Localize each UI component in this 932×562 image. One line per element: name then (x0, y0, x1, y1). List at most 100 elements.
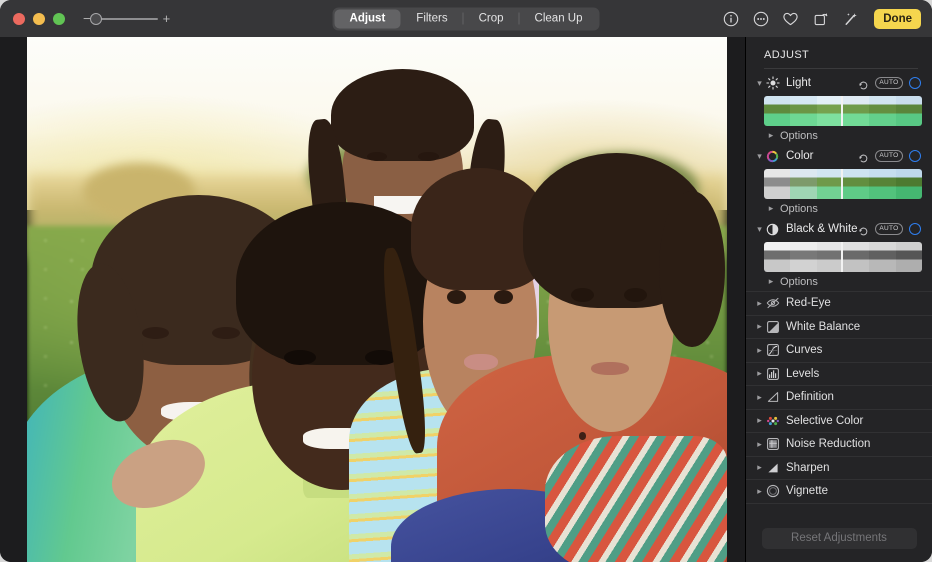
tab-crop[interactable]: Crop (464, 9, 519, 28)
adjust-item-selective-color[interactable]: ▸ Selective Color (746, 409, 932, 433)
reset-icon[interactable] (858, 151, 869, 162)
chevron-right-icon[interactable]: ▸ (754, 486, 765, 497)
thumbnail[interactable] (817, 169, 843, 199)
options-row-color[interactable]: ▸ Options (746, 199, 932, 218)
minimize-button[interactable] (33, 13, 45, 25)
chevron-right-icon[interactable]: ▸ (754, 298, 765, 309)
reset-icon[interactable] (858, 78, 869, 89)
thumbnail[interactable] (843, 169, 869, 199)
zoom-button[interactable] (53, 13, 65, 25)
black-and-white-variation-strip[interactable] (764, 242, 922, 272)
thumbnail[interactable] (843, 96, 869, 126)
group-header-color[interactable]: ▾ Color (746, 145, 932, 167)
thumbnail[interactable] (764, 242, 790, 272)
group-controls: AUTO (858, 223, 921, 235)
adjust-item-label: Selective Color (786, 415, 921, 427)
chevron-right-icon[interactable]: ▸ (766, 203, 776, 214)
adjust-item-vignette[interactable]: ▸ Vignette (746, 479, 932, 503)
zoom-slider-knob[interactable] (90, 13, 102, 25)
curves-icon (765, 343, 780, 358)
adjust-item-curves[interactable]: ▸ Curves (746, 338, 932, 362)
adjust-group-black-and-white: ▾ Black & White AUTO (746, 218, 932, 291)
adjust-item-levels[interactable]: ▸ Levels (746, 362, 932, 386)
group-header-light[interactable]: ▾ Light AUTO (746, 72, 932, 94)
thumbnail[interactable] (790, 96, 816, 126)
thumbnail[interactable] (817, 242, 843, 272)
adjust-item-red-eye[interactable]: ▸ Red-Eye (746, 291, 932, 315)
chevron-down-icon[interactable]: ▾ (754, 78, 765, 89)
auto-enhance-wand-icon[interactable] (842, 10, 859, 27)
tab-adjust[interactable]: Adjust (335, 9, 401, 28)
thumbnail[interactable] (843, 242, 869, 272)
zoom-slider-track[interactable] (96, 18, 158, 20)
photo-viewer[interactable] (27, 37, 727, 562)
chevron-right-icon[interactable]: ▸ (754, 321, 765, 332)
info-icon[interactable] (722, 10, 739, 27)
light-variation-strip[interactable] (764, 96, 922, 126)
adjust-item-white-balance[interactable]: ▸ White Balance (746, 315, 932, 339)
options-row-light[interactable]: ▸ Options (746, 126, 932, 145)
adjust-item-label: Curves (786, 344, 921, 356)
thumbnail[interactable] (869, 169, 895, 199)
chevron-right-icon[interactable]: ▸ (754, 392, 765, 403)
thumbnail[interactable] (790, 169, 816, 199)
rotate-icon[interactable] (812, 10, 829, 27)
thumbnail[interactable] (869, 96, 895, 126)
thumbnail[interactable] (896, 242, 922, 272)
thumbnail[interactable] (896, 169, 922, 199)
thumbnail[interactable] (764, 169, 790, 199)
chevron-right-icon[interactable]: ▸ (754, 462, 765, 473)
variation-selector[interactable] (841, 242, 843, 272)
tab-clean-up[interactable]: Clean Up (520, 9, 598, 28)
options-label: Options (780, 130, 818, 142)
options-row-black-and-white[interactable]: ▸ Options (746, 272, 932, 291)
chevron-right-icon[interactable]: ▸ (754, 368, 765, 379)
selective-color-icon (765, 413, 780, 428)
auto-button-black-and-white[interactable]: AUTO (875, 223, 903, 235)
variation-selector[interactable] (841, 169, 843, 199)
done-button[interactable]: Done (874, 9, 921, 29)
thumbnail[interactable] (764, 96, 790, 126)
thumbnail[interactable] (817, 96, 843, 126)
color-variation-strip[interactable] (764, 169, 922, 199)
chevron-down-icon[interactable]: ▾ (754, 224, 765, 235)
reset-icon[interactable] (858, 224, 869, 235)
thumbnail[interactable] (790, 242, 816, 272)
chevron-right-icon[interactable]: ▸ (754, 415, 765, 426)
toolbar: − + Adjust Filters Crop Clean Up (0, 0, 932, 37)
person-figure (545, 436, 727, 562)
enable-toggle-color[interactable] (909, 150, 921, 162)
adjust-item-label: Levels (786, 368, 921, 380)
reset-adjustments-area: Reset Adjustments (746, 514, 932, 562)
adjust-item-noise-reduction[interactable]: ▸ Noise Reduction (746, 432, 932, 456)
group-controls: AUTO (858, 150, 921, 162)
auto-button-light[interactable]: AUTO (875, 77, 903, 89)
adjust-item-definition[interactable]: ▸ Definition (746, 385, 932, 409)
adjust-item-label: Vignette (786, 485, 921, 497)
auto-button-color[interactable]: AUTO (875, 150, 903, 162)
thumbnail[interactable] (896, 96, 922, 126)
chevron-down-icon[interactable]: ▾ (754, 151, 765, 162)
chevron-right-icon[interactable]: ▸ (766, 130, 776, 141)
panel-divider (764, 68, 918, 69)
chevron-right-icon[interactable]: ▸ (754, 345, 765, 356)
enable-toggle-black-and-white[interactable] (909, 223, 921, 235)
zoom-slider-control[interactable]: − + (83, 12, 170, 25)
group-controls: AUTO (858, 77, 921, 89)
more-options-icon[interactable] (752, 10, 769, 27)
chevron-right-icon[interactable]: ▸ (766, 276, 776, 287)
group-header-black-and-white[interactable]: ▾ Black & White AUTO (746, 218, 932, 240)
chevron-right-icon[interactable]: ▸ (754, 439, 765, 450)
favorite-heart-icon[interactable] (782, 10, 799, 27)
tab-filters[interactable]: Filters (401, 9, 462, 28)
adjustments-list[interactable]: ▾ Light AUTO (746, 72, 932, 514)
contrast-circle-icon (765, 222, 780, 237)
zoom-in-label[interactable]: + (163, 12, 171, 25)
enable-toggle-light[interactable] (909, 77, 921, 89)
reset-adjustments-button[interactable]: Reset Adjustments (762, 528, 917, 549)
toolbar-right-actions: Done (722, 9, 921, 29)
adjust-item-sharpen[interactable]: ▸ Sharpen (746, 456, 932, 480)
close-button[interactable] (13, 13, 25, 25)
variation-selector[interactable] (841, 96, 843, 126)
thumbnail[interactable] (869, 242, 895, 272)
